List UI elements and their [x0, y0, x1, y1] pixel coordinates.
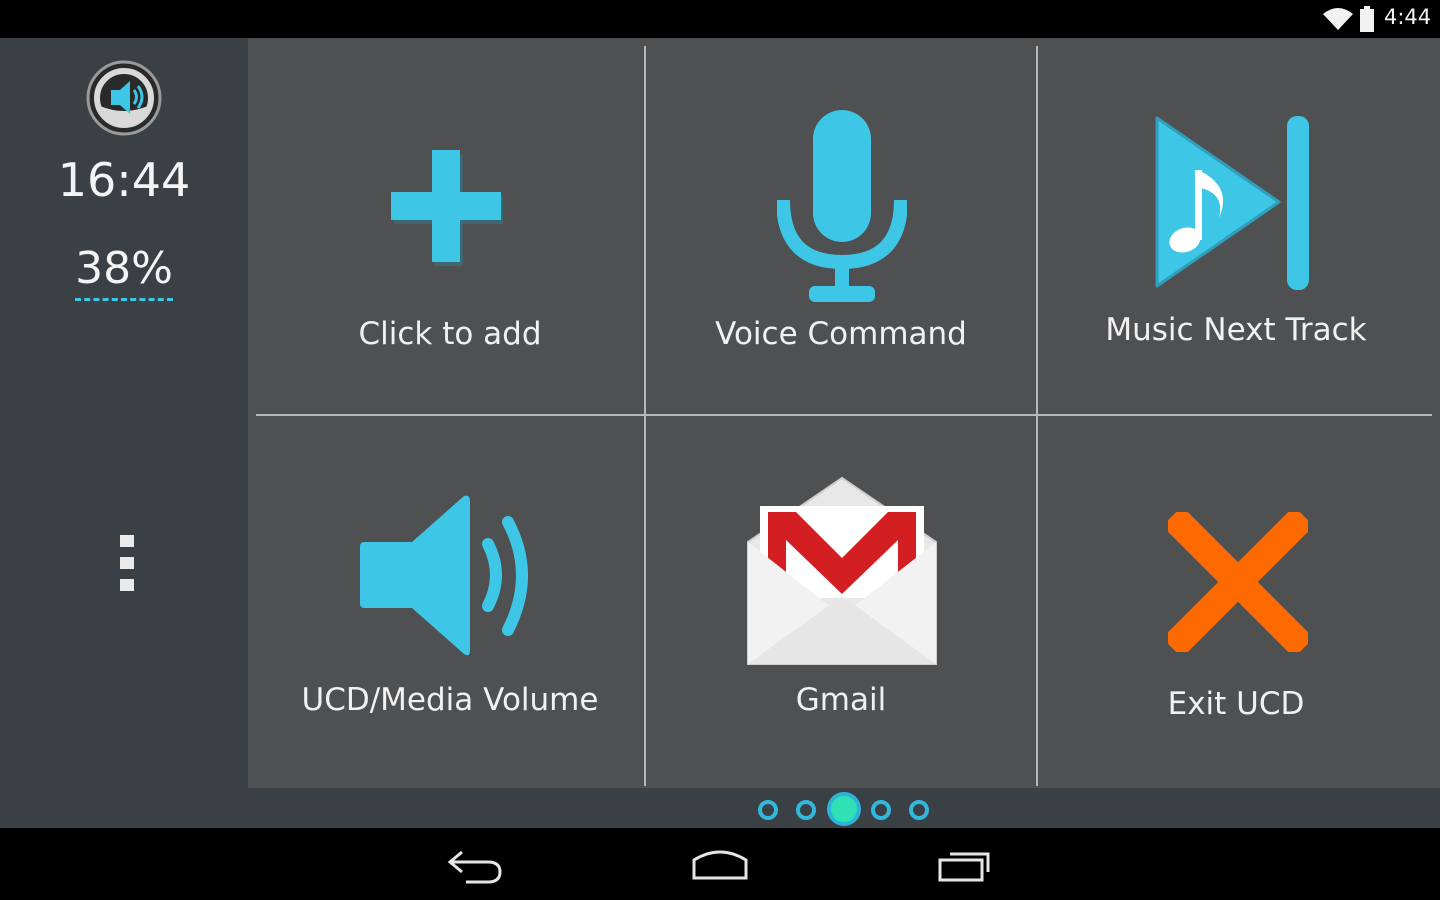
tile-media-volume[interactable]: UCD/Media Volume: [256, 416, 644, 788]
page-dot-active[interactable]: [827, 792, 861, 826]
tile-label: Click to add: [358, 316, 542, 352]
plus-icon: [391, 150, 503, 266]
tile-music-next-track[interactable]: Music Next Track: [1038, 46, 1434, 414]
page-dot[interactable]: [909, 800, 929, 820]
wifi-icon: [1323, 8, 1353, 30]
tile-exit-ucd[interactable]: Exit UCD: [1038, 416, 1434, 788]
status-clock: 4:44: [1384, 5, 1432, 29]
home-icon[interactable]: [684, 842, 756, 886]
navigation-bar: [0, 828, 1440, 900]
overflow-dot: [120, 535, 134, 547]
overflow-menu-icon[interactable]: [120, 535, 134, 595]
tile-label: Gmail: [795, 682, 887, 718]
overflow-dot: [120, 557, 134, 569]
tile-label: Music Next Track: [1105, 312, 1367, 348]
gmail-icon: [747, 476, 937, 665]
tile-label: UCD/Media Volume: [301, 682, 599, 718]
page-dot[interactable]: [871, 800, 891, 820]
close-x-icon: [1168, 512, 1308, 652]
microphone-icon: [777, 110, 907, 302]
recent-apps-icon[interactable]: [928, 842, 1000, 886]
status-bar: 4:44: [0, 0, 1440, 38]
battery-percent: 38%: [75, 243, 173, 294]
tile-label: Voice Command: [715, 316, 967, 352]
overflow-dot: [120, 579, 134, 591]
page-dot[interactable]: [796, 800, 816, 820]
speaker-steering-wheel-icon[interactable]: [86, 60, 162, 136]
battery-icon: [1360, 6, 1374, 32]
shortcut-grid: Click to add Voice Command Music Next Tr…: [248, 38, 1440, 788]
tile-label: Exit UCD: [1167, 686, 1305, 722]
page-indicator: [248, 788, 1440, 828]
back-icon[interactable]: [440, 842, 512, 886]
tile-gmail[interactable]: Gmail: [646, 416, 1036, 788]
tile-click-to-add[interactable]: Click to add: [256, 46, 644, 414]
sidebar-time: 16:44: [57, 153, 191, 207]
battery-percent-underline: [75, 298, 173, 301]
tile-voice-command[interactable]: Voice Command: [646, 46, 1036, 414]
sidebar: 16:44 38%: [0, 38, 248, 828]
music-next-track-icon: [1155, 116, 1309, 290]
page-dot[interactable]: [758, 800, 778, 820]
volume-icon: [360, 495, 528, 656]
